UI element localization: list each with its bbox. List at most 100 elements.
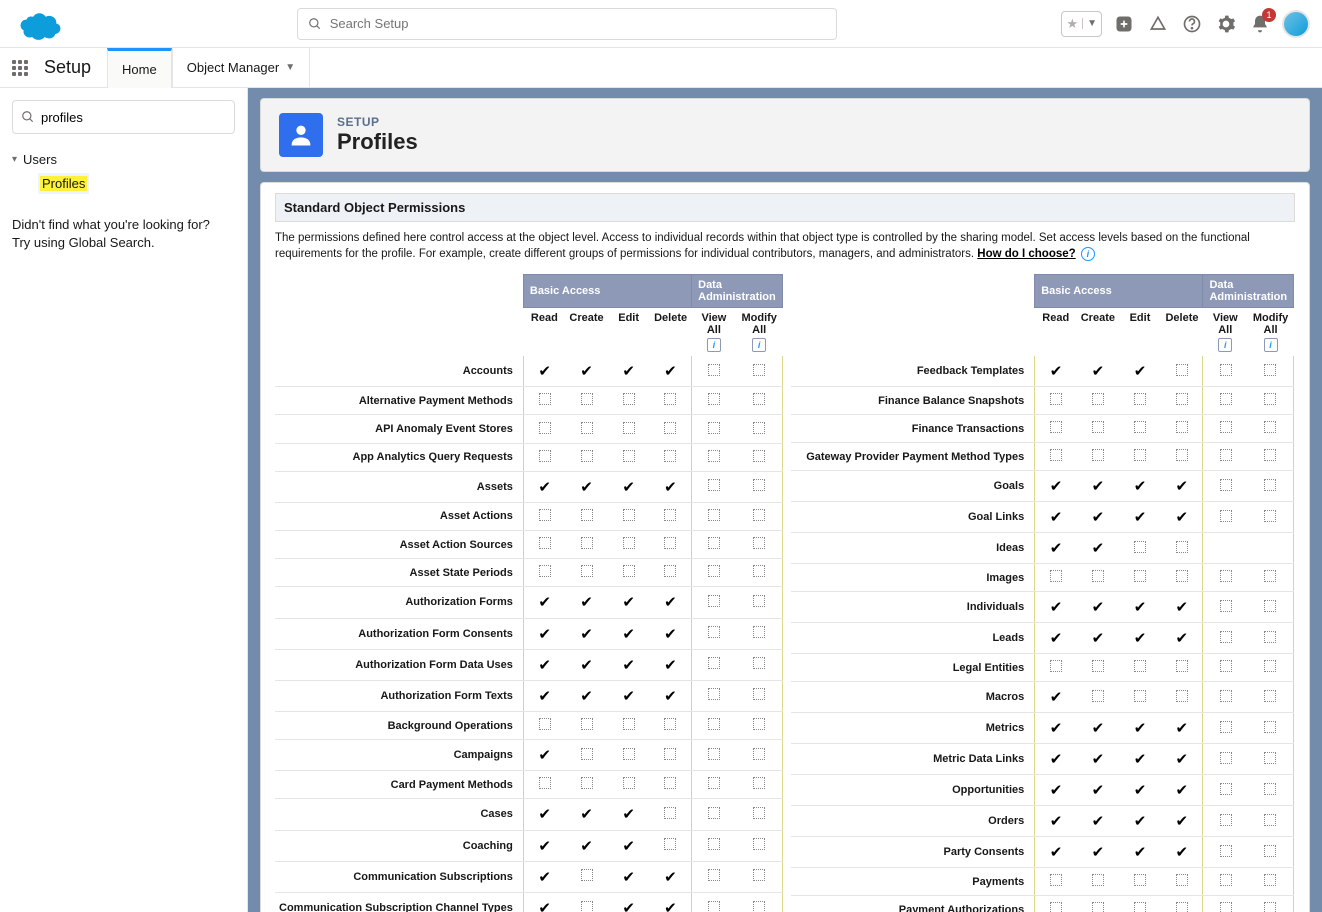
perm-unchecked[interactable] bbox=[736, 531, 782, 559]
perm-unchecked[interactable] bbox=[692, 830, 737, 861]
perm-unchecked[interactable] bbox=[736, 740, 782, 771]
perm-checked[interactable]: ✔ bbox=[1077, 806, 1119, 837]
perm-checked[interactable]: ✔ bbox=[1119, 806, 1161, 837]
perm-unchecked[interactable] bbox=[650, 502, 692, 530]
perm-unchecked[interactable] bbox=[1248, 744, 1294, 775]
perm-unchecked[interactable] bbox=[565, 711, 607, 739]
perm-unchecked[interactable] bbox=[1161, 415, 1203, 443]
perm-unchecked[interactable] bbox=[523, 502, 565, 530]
perm-checked[interactable]: ✔ bbox=[1119, 775, 1161, 806]
perm-unchecked[interactable] bbox=[1077, 415, 1119, 443]
perm-unchecked[interactable] bbox=[523, 443, 565, 471]
perm-unchecked[interactable] bbox=[1119, 415, 1161, 443]
perm-unchecked[interactable] bbox=[650, 771, 692, 799]
perm-unchecked[interactable] bbox=[1119, 896, 1161, 912]
perm-unchecked[interactable] bbox=[1161, 654, 1203, 682]
perm-unchecked[interactable] bbox=[1119, 564, 1161, 592]
perm-unchecked[interactable] bbox=[736, 649, 782, 680]
perm-unchecked[interactable] bbox=[1161, 533, 1203, 564]
notifications-icon[interactable]: 1 bbox=[1248, 12, 1272, 36]
perm-unchecked[interactable] bbox=[736, 587, 782, 618]
perm-unchecked[interactable] bbox=[1119, 682, 1161, 713]
perm-unchecked[interactable] bbox=[736, 415, 782, 443]
tab-home[interactable]: Home bbox=[107, 48, 172, 88]
perm-unchecked[interactable] bbox=[608, 740, 650, 771]
perm-checked[interactable]: ✔ bbox=[1077, 533, 1119, 564]
perm-unchecked[interactable] bbox=[736, 680, 782, 711]
perm-unchecked[interactable] bbox=[608, 531, 650, 559]
info-icon[interactable]: i bbox=[1081, 247, 1095, 261]
perm-unchecked[interactable] bbox=[692, 649, 737, 680]
perm-unchecked[interactable] bbox=[1248, 896, 1294, 912]
perm-checked[interactable]: ✔ bbox=[608, 356, 650, 387]
perm-checked[interactable]: ✔ bbox=[1161, 623, 1203, 654]
perm-unchecked[interactable] bbox=[692, 531, 737, 559]
perm-checked[interactable]: ✔ bbox=[523, 356, 565, 387]
perm-checked[interactable]: ✔ bbox=[1035, 356, 1077, 387]
perm-unchecked[interactable] bbox=[692, 771, 737, 799]
perm-unchecked[interactable] bbox=[736, 771, 782, 799]
perm-unchecked[interactable] bbox=[565, 415, 607, 443]
perm-checked[interactable]: ✔ bbox=[608, 680, 650, 711]
perm-unchecked[interactable] bbox=[692, 892, 737, 912]
perm-unchecked[interactable] bbox=[1203, 837, 1248, 868]
perm-unchecked[interactable] bbox=[1119, 533, 1161, 564]
perm-unchecked[interactable] bbox=[736, 356, 782, 387]
perm-unchecked[interactable] bbox=[1077, 654, 1119, 682]
perm-unchecked[interactable] bbox=[608, 559, 650, 587]
perm-checked[interactable]: ✔ bbox=[650, 649, 692, 680]
perm-checked[interactable]: ✔ bbox=[565, 799, 607, 830]
tab-object-manager[interactable]: Object Manager▼ bbox=[172, 48, 310, 88]
global-search[interactable] bbox=[297, 8, 837, 40]
perm-unchecked[interactable] bbox=[1077, 564, 1119, 592]
perm-checked[interactable]: ✔ bbox=[1077, 744, 1119, 775]
perm-checked[interactable]: ✔ bbox=[523, 471, 565, 502]
perm-unchecked[interactable] bbox=[1035, 564, 1077, 592]
perm-unchecked[interactable] bbox=[1248, 356, 1294, 387]
perm-unchecked[interactable] bbox=[1203, 564, 1248, 592]
perm-unchecked[interactable] bbox=[692, 415, 737, 443]
perm-checked[interactable]: ✔ bbox=[1161, 502, 1203, 533]
perm-unchecked[interactable] bbox=[565, 861, 607, 892]
perm-checked[interactable]: ✔ bbox=[1161, 775, 1203, 806]
perm-checked[interactable]: ✔ bbox=[650, 471, 692, 502]
perm-unchecked[interactable] bbox=[650, 559, 692, 587]
perm-checked[interactable]: ✔ bbox=[1035, 682, 1077, 713]
setup-gear-icon[interactable] bbox=[1214, 12, 1238, 36]
perm-unchecked[interactable] bbox=[1248, 775, 1294, 806]
perm-unchecked[interactable] bbox=[650, 531, 692, 559]
perm-unchecked[interactable] bbox=[1077, 387, 1119, 415]
quick-find-input[interactable] bbox=[41, 110, 226, 125]
perm-checked[interactable]: ✔ bbox=[1077, 623, 1119, 654]
perm-unchecked[interactable] bbox=[692, 587, 737, 618]
perm-checked[interactable]: ✔ bbox=[1119, 623, 1161, 654]
perm-unchecked[interactable] bbox=[692, 680, 737, 711]
perm-unchecked[interactable] bbox=[1248, 806, 1294, 837]
perm-checked[interactable]: ✔ bbox=[1035, 592, 1077, 623]
perm-unchecked[interactable] bbox=[1035, 415, 1077, 443]
perm-checked[interactable]: ✔ bbox=[523, 892, 565, 912]
perm-unchecked[interactable] bbox=[650, 711, 692, 739]
perm-unchecked[interactable] bbox=[1161, 443, 1203, 471]
perm-checked[interactable]: ✔ bbox=[523, 830, 565, 861]
perm-unchecked[interactable] bbox=[565, 387, 607, 415]
perm-unchecked[interactable] bbox=[692, 618, 737, 649]
perm-checked[interactable]: ✔ bbox=[523, 680, 565, 711]
perm-unchecked[interactable] bbox=[692, 356, 737, 387]
perm-unchecked[interactable] bbox=[1248, 387, 1294, 415]
perm-unchecked[interactable] bbox=[736, 443, 782, 471]
salesforce-help-icon[interactable] bbox=[1146, 12, 1170, 36]
perm-unchecked[interactable] bbox=[1203, 443, 1248, 471]
perm-unchecked[interactable] bbox=[1035, 443, 1077, 471]
help-icon[interactable] bbox=[1180, 12, 1204, 36]
perm-checked[interactable]: ✔ bbox=[1035, 623, 1077, 654]
perm-unchecked[interactable] bbox=[650, 387, 692, 415]
perm-unchecked[interactable] bbox=[1248, 471, 1294, 502]
perm-checked[interactable]: ✔ bbox=[1119, 502, 1161, 533]
perm-checked[interactable]: ✔ bbox=[565, 680, 607, 711]
perm-unchecked[interactable] bbox=[736, 471, 782, 502]
perm-unchecked[interactable] bbox=[1035, 387, 1077, 415]
perm-unchecked[interactable] bbox=[565, 771, 607, 799]
perm-checked[interactable]: ✔ bbox=[1035, 775, 1077, 806]
salesforce-logo[interactable] bbox=[12, 6, 64, 42]
